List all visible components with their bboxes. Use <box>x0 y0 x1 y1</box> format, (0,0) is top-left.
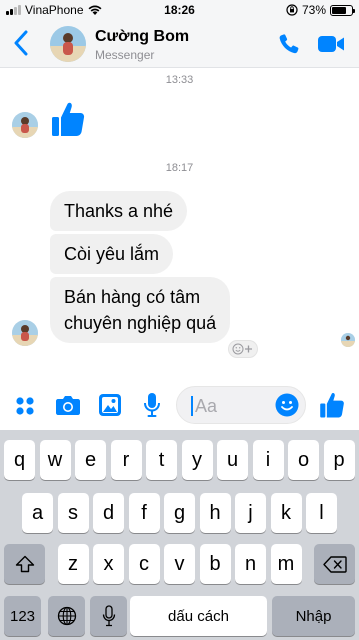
timestamp: 18:17 <box>165 162 194 174</box>
space-key[interactable]: dấu cách <box>130 596 267 636</box>
numbers-key[interactable]: 123 <box>4 596 41 636</box>
status-right: 73% <box>286 3 355 17</box>
orientation-lock-icon <box>286 4 298 16</box>
video-camera-icon[interactable] <box>317 34 345 54</box>
key-a[interactable]: a <box>22 493 53 533</box>
shift-icon <box>15 555 34 573</box>
battery-icon <box>330 4 355 16</box>
key-x[interactable]: x <box>93 544 124 584</box>
shift-key[interactable] <box>4 544 45 584</box>
key-n[interactable]: n <box>235 544 266 584</box>
key-t[interactable]: t <box>146 440 177 480</box>
keyboard: q w e r t y u i o p a s d f g h j k l z … <box>0 430 359 640</box>
key-e[interactable]: e <box>75 440 106 480</box>
image-icon[interactable] <box>98 393 122 417</box>
message-bubble[interactable]: Bán hàng có tâm chuyên nghiệp quá <box>50 277 231 343</box>
backspace-key[interactable] <box>314 544 355 584</box>
key-j[interactable]: j <box>235 493 266 533</box>
key-o[interactable]: o <box>288 440 319 480</box>
key-p[interactable]: p <box>323 440 355 480</box>
message-line: chuyên nghiệp quá <box>64 313 217 333</box>
globe-icon <box>57 606 76 626</box>
message-composer: Aa <box>0 380 359 430</box>
key-q[interactable]: q <box>4 440 35 480</box>
like-sticker-icon[interactable] <box>50 100 86 138</box>
key-u[interactable]: u <box>217 440 248 480</box>
key-w[interactable]: w <box>39 440 71 480</box>
key-i[interactable]: i <box>252 440 284 480</box>
seen-indicator-avatar <box>341 333 355 347</box>
text-caret <box>191 396 193 416</box>
backspace-icon <box>322 555 347 573</box>
message-input[interactable]: Aa <box>176 386 306 424</box>
contact-subtitle: Messenger <box>95 48 155 62</box>
return-key[interactable]: Nhập <box>272 596 355 636</box>
key-d[interactable]: d <box>93 493 124 533</box>
contact-avatar-small[interactable] <box>12 112 38 138</box>
add-reaction-icon <box>232 343 252 355</box>
contact-avatar[interactable] <box>50 26 86 62</box>
conversation-header: Cường Bom Messenger <box>0 20 359 68</box>
key-g[interactable]: g <box>164 493 195 533</box>
camera-icon[interactable] <box>55 394 81 416</box>
timestamp: 13:33 <box>165 74 194 86</box>
message-bubble[interactable]: Thanks a nhé <box>50 191 188 231</box>
key-l[interactable]: l <box>306 493 337 533</box>
key-r[interactable]: r <box>110 440 142 480</box>
key-m[interactable]: m <box>270 544 302 584</box>
apps-dots-icon[interactable] <box>15 396 35 416</box>
microphone-icon <box>102 605 115 627</box>
key-z[interactable]: z <box>57 544 89 584</box>
key-k[interactable]: k <box>270 493 302 533</box>
back-chevron-icon[interactable] <box>14 30 28 56</box>
microphone-icon[interactable] <box>143 392 161 418</box>
key-c[interactable]: c <box>128 544 160 584</box>
key-h[interactable]: h <box>199 493 231 533</box>
globe-key[interactable] <box>48 596 85 636</box>
key-v[interactable]: v <box>164 544 195 584</box>
message-bubble[interactable]: Còi yêu lắm <box>50 234 174 274</box>
key-y[interactable]: y <box>181 440 213 480</box>
status-bar: VinaPhone 18:26 73% <box>0 0 359 20</box>
contact-avatar-small[interactable] <box>12 320 38 346</box>
like-icon[interactable] <box>318 391 346 419</box>
add-reaction-button[interactable] <box>228 340 258 358</box>
message-line: Bán hàng có tâm <box>64 287 201 307</box>
dictation-key[interactable] <box>90 596 127 636</box>
contact-name[interactable]: Cường Bom <box>95 28 189 46</box>
emoji-icon[interactable] <box>275 393 299 417</box>
key-s[interactable]: s <box>57 493 89 533</box>
key-f[interactable]: f <box>128 493 160 533</box>
key-b[interactable]: b <box>199 544 231 584</box>
message-input-placeholder: Aa <box>195 396 218 416</box>
phone-icon[interactable] <box>277 32 301 56</box>
battery-percent: 73% <box>301 3 326 17</box>
